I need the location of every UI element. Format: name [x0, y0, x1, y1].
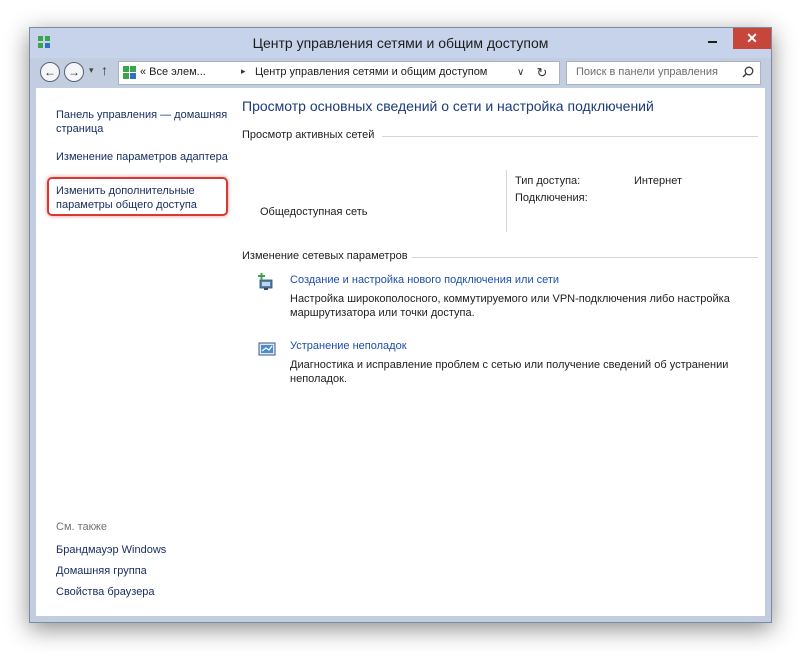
- sidebar-link-homegroup[interactable]: Домашняя группа: [56, 564, 231, 578]
- search-placeholder: Поиск в панели управления: [576, 66, 718, 78]
- address-bar[interactable]: « Все элем... ▸ Центр управления сетями …: [118, 61, 560, 85]
- breadcrumb-current[interactable]: Центр управления сетями и общим доступом: [255, 66, 487, 78]
- network-divider: [506, 170, 507, 232]
- new-connection-link[interactable]: Создание и настройка нового подключения …: [290, 274, 559, 286]
- sidebar: Панель управления — домашняя страница Из…: [36, 88, 236, 616]
- troubleshoot-description: Диагностика и исправление проблем с сеть…: [290, 359, 729, 385]
- search-input[interactable]: Поиск в панели управления: [566, 61, 761, 85]
- close-button[interactable]: ✕: [733, 28, 771, 49]
- sidebar-link-windows-firewall[interactable]: Брандмауэр Windows: [56, 543, 231, 557]
- highlight-frame: [47, 177, 228, 216]
- window-title: Центр управления сетями и общим доступом: [252, 35, 549, 51]
- breadcrumb-separator-icon[interactable]: ▸: [241, 66, 246, 77]
- breadcrumb-all-items[interactable]: « Все элем...: [140, 66, 206, 78]
- content-area: Панель управления — домашняя страница Из…: [36, 88, 765, 616]
- control-panel-window: Центр управления сетями и общим доступом…: [29, 27, 772, 623]
- search-icon[interactable]: [741, 65, 755, 79]
- access-type-value: Интернет: [634, 175, 682, 187]
- section-divider: [382, 136, 758, 137]
- troubleshoot-icon: [258, 342, 276, 356]
- forward-arrow-icon: →: [68, 65, 80, 79]
- close-icon: ✕: [746, 30, 758, 46]
- sidebar-link-browser-properties[interactable]: Свойства браузера: [56, 585, 231, 599]
- active-networks-heading: Просмотр активных сетей: [242, 129, 375, 141]
- troubleshoot-link[interactable]: Устранение неполадок: [290, 340, 407, 352]
- network-center-icon: [123, 66, 136, 79]
- access-type-label: Тип доступа:: [515, 175, 581, 187]
- back-button[interactable]: ←: [40, 62, 60, 82]
- sidebar-link-control-panel-home[interactable]: Панель управления — домашняя страница: [56, 108, 231, 136]
- new-connection-icon: [258, 273, 273, 290]
- page-title: Просмотр основных сведений о сети и наст…: [242, 98, 654, 114]
- navigation-bar: ← → ▾ ↑ « Все элем... ▸ Центр управления…: [36, 60, 765, 86]
- address-dropdown-icon[interactable]: ∨: [517, 67, 524, 78]
- sidebar-link-adapter-settings[interactable]: Изменение параметров адаптера: [56, 150, 231, 170]
- network-name: Общедоступная сеть: [260, 206, 368, 218]
- main-panel: Просмотр основных сведений о сети и наст…: [236, 88, 765, 616]
- new-connection-description: Настройка широкополосного, коммутируемог…: [290, 293, 730, 319]
- see-also-heading: См. также: [56, 521, 107, 533]
- up-button[interactable]: ↑: [101, 62, 108, 78]
- section-divider: [412, 257, 758, 258]
- title-bar[interactable]: Центр управления сетями и общим доступом…: [30, 28, 771, 58]
- back-arrow-icon: ←: [44, 65, 56, 79]
- connections-label: Подключения:: [515, 192, 588, 204]
- change-settings-heading: Изменение сетевых параметров: [242, 250, 408, 262]
- recent-locations-dropdown[interactable]: ▾: [89, 65, 94, 76]
- forward-button[interactable]: →: [64, 62, 84, 82]
- minimize-button[interactable]: [699, 28, 725, 48]
- refresh-button[interactable]: ↻: [533, 65, 551, 81]
